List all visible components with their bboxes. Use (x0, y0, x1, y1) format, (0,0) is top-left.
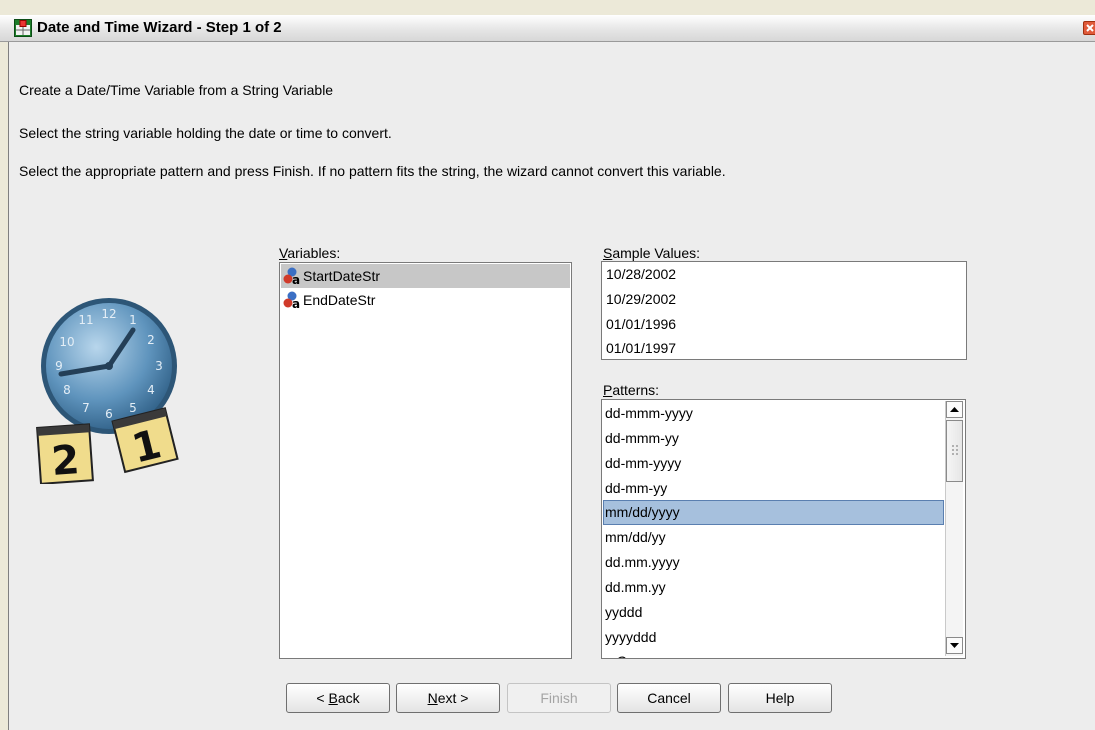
svg-text:a: a (292, 273, 300, 285)
svg-text:6: 6 (105, 407, 113, 421)
svg-text:a: a (292, 297, 300, 309)
string-variable-icon: a (283, 267, 300, 285)
pattern-option[interactable]: dd-mmm-yy (603, 426, 944, 451)
sample-value: 01/01/1996 (606, 316, 677, 332)
svg-text:7: 7 (82, 401, 90, 415)
pattern-option[interactable]: yyddd (603, 600, 944, 625)
scroll-up-button[interactable] (946, 401, 963, 418)
sample-values-list[interactable]: 10/28/2002 10/29/2002 01/01/1996 01/01/1… (601, 261, 967, 360)
pattern-option[interactable]: dd-mm-yyyy (603, 451, 944, 476)
svg-text:2: 2 (147, 333, 155, 347)
arrow-up-icon (950, 407, 959, 412)
scroll-down-button[interactable] (946, 637, 963, 654)
patterns-list[interactable]: dd-mmm-yyyy dd-mmm-yy dd-mm-yyyy dd-mm-y… (601, 399, 966, 659)
patterns-label: Patterns: (603, 382, 660, 398)
variable-name: StartDateStr (303, 268, 381, 284)
window-title: Date and Time Wizard - Step 1 of 2 (37, 19, 282, 36)
sample-value: 01/01/1997 (606, 340, 677, 356)
pattern-option[interactable]: dd.mm.yy (603, 575, 944, 600)
svg-text:3: 3 (155, 359, 163, 373)
title-bar[interactable]: Date and Time Wizard - Step 1 of 2 (0, 15, 1095, 42)
cancel-button[interactable]: Cancel (617, 683, 721, 713)
instruction-select-pattern: Select the appropriate pattern and press… (19, 163, 726, 179)
variable-name: EndDateStr (303, 292, 376, 308)
svg-text:8: 8 (63, 383, 71, 397)
grip-icon (952, 445, 958, 455)
heading-text: Create a Date/Time Variable from a Strin… (19, 82, 334, 98)
sample-value: 10/28/2002 (606, 266, 677, 282)
svg-text:5: 5 (129, 401, 137, 415)
pattern-option-selected[interactable]: mm/dd/yyyy (603, 500, 944, 525)
string-variable-icon: a (283, 291, 300, 309)
back-button[interactable]: < Back (286, 683, 390, 713)
svg-text:9: 9 (55, 359, 63, 373)
close-button[interactable] (1083, 21, 1095, 35)
arrow-down-icon (950, 643, 959, 648)
svg-text:2: 2 (50, 437, 81, 484)
list-item[interactable]: a EndDateStr (281, 288, 570, 312)
pattern-option[interactable]: yyyyddd (603, 625, 944, 650)
scroll-thumb[interactable] (946, 420, 963, 482)
svg-text:10: 10 (59, 335, 74, 349)
svg-text:4: 4 (147, 383, 155, 397)
next-button[interactable]: Next > (396, 683, 500, 713)
patterns-scrollbar[interactable] (945, 401, 963, 656)
list-item[interactable]: a StartDateStr (281, 264, 570, 288)
pattern-option[interactable]: dd-mm-yy (603, 476, 944, 501)
pattern-option[interactable]: q Q yyyy (603, 649, 944, 658)
svg-text:1: 1 (129, 313, 137, 327)
finish-button[interactable]: Finish (507, 683, 611, 713)
sample-value: 10/29/2002 (606, 291, 677, 307)
help-button[interactable]: Help (728, 683, 832, 713)
pattern-option[interactable]: dd-mmm-yyyy (603, 401, 944, 426)
app-icon (14, 19, 32, 37)
svg-text:11: 11 (78, 313, 93, 327)
dialog-body: Create a Date/Time Variable from a Strin… (9, 42, 1095, 730)
clock-calendar-icon: 12 12 345 678 91011 2 1 (36, 298, 179, 484)
instruction-select-variable: Select the string variable holding the d… (19, 125, 392, 141)
pattern-option[interactable]: dd.mm.yyyy (603, 550, 944, 575)
pattern-option[interactable]: mm/dd/yy (603, 525, 944, 550)
sample-values-label: Sample Values: (603, 245, 701, 261)
close-icon (1086, 24, 1094, 32)
variables-label: Variables: (279, 245, 341, 261)
svg-text:12: 12 (101, 307, 116, 321)
variables-list[interactable]: a StartDateStr a EndDateStr (279, 262, 572, 659)
